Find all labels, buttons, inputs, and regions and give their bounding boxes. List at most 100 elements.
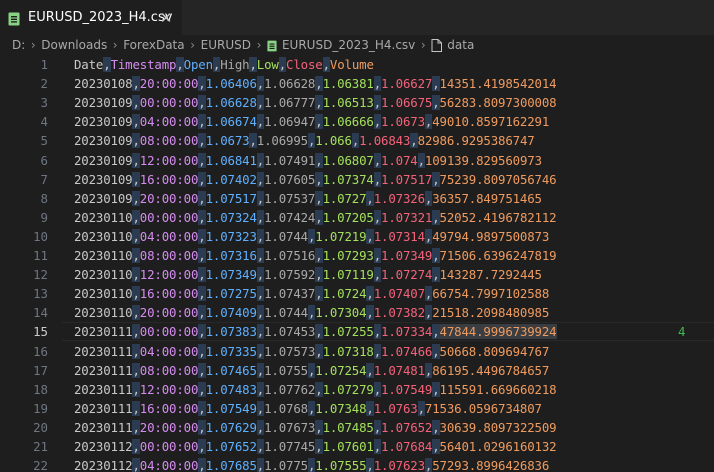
comma-separator: , — [132, 267, 140, 283]
code-line[interactable]: 8 20230109,20:00:00,1.07517,1.07537,1.072… — [0, 189, 714, 208]
csv-file-icon — [8, 11, 20, 26]
line-content: 20230112,00:00:00,1.07652,1.07745,1.0760… — [74, 439, 557, 454]
csv-cell: 20230111 — [74, 400, 133, 416]
comma-separator: , — [366, 190, 374, 206]
comma-separator: , — [373, 343, 382, 359]
csv-cell: 1.07745 — [264, 439, 316, 454]
code-line[interactable]: 16 20230111,04:00:00,1.07335,1.07573,1.07… — [0, 342, 714, 361]
line-number: 9 — [40, 209, 48, 225]
csv-cell: 49010.8597162291 — [432, 114, 550, 130]
code-line[interactable]: 3 20230109,00:00:00,1.06628,1.06777,1.065… — [0, 93, 714, 112]
csv-cell: 20230109 — [74, 171, 133, 187]
csv-cell: 1.07465 — [205, 362, 257, 378]
breadcrumb-forexdata[interactable]: ForexData — [123, 38, 184, 52]
tab-eurusd-csv[interactable]: EURUSD_2023_H4.csv ✕ — [0, 0, 182, 35]
breadcrumb-file[interactable]: EURUSD_2023_H4.csv — [282, 38, 415, 52]
code-line[interactable]: 4 20230109,04:00:00,1.06674,1.06947,1.066… — [0, 112, 714, 131]
line-content: Date,Timestamp,Open,High,Low,Close,Volum… — [74, 57, 374, 72]
code-line[interactable]: 22 20230112,04:00:00,1.07685,1.0775,1.075… — [0, 456, 714, 472]
comma-separator: , — [198, 458, 206, 472]
comma-separator: , — [132, 419, 140, 435]
code-line[interactable]: 10 20230110,04:00:00,1.07323,1.0744,1.072… — [0, 227, 714, 246]
code-line[interactable]: 7 20230109,16:00:00,1.07402,1.07605,1.073… — [0, 170, 714, 189]
csv-cell: 04:00:00 — [139, 458, 199, 472]
csv-cell: 1.07652 — [381, 419, 433, 435]
csv-cell: 20230109 — [74, 95, 133, 111]
line-content: 20230111,00:00:00,1.07383,1.07453,1.0725… — [74, 324, 557, 340]
comma-separator: , — [198, 381, 206, 397]
line-content: 20230109,20:00:00,1.07517,1.07537,1.0727… — [74, 190, 542, 206]
csv-cell: 1.06777 — [264, 95, 316, 111]
csv-cell: 1.07466 — [381, 343, 433, 359]
csv-cell: 47844.9996739924 — [439, 324, 557, 340]
code-line[interactable]: 12 20230110,12:00:00,1.07349,1.07592,1.07… — [0, 265, 714, 284]
csv-cell: 20230111 — [74, 362, 133, 378]
code-line[interactable]: 18 20230111,12:00:00,1.07483,1.07762,1.07… — [0, 380, 714, 399]
code-editor[interactable]: 1 Date,Timestamp,Open,High,Low,Close,Volu… — [0, 55, 714, 472]
code-line[interactable]: 6 20230109,12:00:00,1.06841,1.07491,1.068… — [0, 151, 714, 170]
csv-cell: 1.06674 — [205, 114, 257, 130]
csv-cell: 1.07279 — [322, 381, 374, 397]
csv-cell: 20230111 — [74, 343, 133, 359]
csv-cell: 1.07684 — [381, 439, 433, 454]
comma-separator: , — [256, 76, 265, 92]
comma-separator: , — [132, 209, 140, 225]
code-line[interactable]: 20 20230111,20:00:00,1.07629,1.07673,1.07… — [0, 418, 714, 437]
csv-cell: Close — [286, 57, 323, 72]
comma-separator: , — [198, 209, 206, 225]
csv-cell: 1.0744 — [264, 228, 308, 244]
line-number: 17 — [33, 362, 48, 378]
comma-separator: , — [132, 381, 140, 397]
csv-cell: 1.07314 — [373, 228, 425, 244]
csv-cell: 71536.0596734807 — [424, 400, 542, 416]
comma-separator: , — [249, 133, 257, 149]
chevron-right-icon: › — [112, 38, 118, 52]
csv-cell: 1.0763 — [373, 400, 418, 416]
code-line[interactable]: 2 20230108,20:00:00,1.06406,1.06628,1.063… — [0, 74, 714, 93]
csv-cell: 1.07318 — [322, 343, 374, 359]
comma-separator: , — [256, 400, 265, 416]
line-content: 20230109,12:00:00,1.06841,1.07491,1.0680… — [74, 152, 542, 168]
breadcrumb-downloads[interactable]: Downloads — [41, 38, 107, 52]
code-line[interactable]: 19 20230111,16:00:00,1.07549,1.0768,1.073… — [0, 399, 714, 418]
csv-cell: 1.07293 — [322, 248, 374, 263]
csv-cell: 1.066 — [315, 133, 352, 149]
breadcrumb-eurusd[interactable]: EURUSD — [201, 38, 251, 52]
csv-cell: 1.06381 — [322, 76, 374, 92]
code-line[interactable]: 9 20230110,00:00:00,1.07324,1.07424,1.072… — [0, 208, 714, 227]
csv-cell: 04:00:00 — [139, 114, 199, 130]
code-line[interactable]: 15 20230111,00:00:00,1.07383,1.07453,1.07… — [0, 322, 714, 342]
comma-separator: , — [256, 419, 265, 435]
code-line[interactable]: 13 20230110,16:00:00,1.07275,1.07437,1.07… — [0, 284, 714, 303]
csv-cell: 1.07407 — [373, 286, 425, 302]
comma-separator: , — [132, 95, 140, 111]
close-icon[interactable]: ✕ — [156, 8, 176, 28]
csv-file-icon — [267, 38, 282, 52]
comma-separator: , — [132, 458, 140, 472]
csv-cell: 1.07349 — [381, 248, 433, 263]
comma-separator: , — [315, 343, 323, 359]
code-line[interactable]: 21 20230112,00:00:00,1.07652,1.07745,1.07… — [0, 437, 714, 456]
csv-cell: 1.07549 — [381, 381, 433, 397]
comma-separator: , — [432, 419, 440, 435]
breadcrumb-drive[interactable]: D: — [12, 38, 25, 52]
csv-cell: 1.07321 — [381, 209, 433, 225]
comma-separator: , — [366, 362, 374, 378]
line-content: 20230109,08:00:00,1.0673,1.06995,1.066,1… — [74, 133, 535, 149]
code-line[interactable]: 5 20230109,08:00:00,1.0673,1.06995,1.066,… — [0, 131, 714, 150]
line-number: 13 — [33, 286, 48, 302]
csv-cell: 1.07592 — [264, 267, 316, 283]
code-line[interactable]: 14 20230110,20:00:00,1.07409,1.0744,1.073… — [0, 303, 714, 322]
csv-cell: 1.0755 — [264, 362, 308, 378]
code-line[interactable]: 1 Date,Timestamp,Open,High,Low,Close,Volu… — [0, 55, 714, 74]
comma-separator: , — [366, 228, 374, 244]
csv-cell: 1.06807 — [322, 152, 374, 168]
comma-separator: , — [256, 324, 265, 340]
breadcrumb-symbol[interactable]: data — [447, 38, 474, 52]
comma-separator: , — [103, 57, 111, 72]
csv-cell: 20:00:00 — [139, 190, 199, 206]
line-content: 20230109,16:00:00,1.07402,1.07605,1.0737… — [74, 171, 557, 187]
code-line[interactable]: 11 20230110,08:00:00,1.07316,1.07516,1.07… — [0, 246, 714, 265]
line-number: 6 — [40, 152, 48, 168]
code-line[interactable]: 17 20230111,08:00:00,1.07465,1.0755,1.072… — [0, 361, 714, 380]
